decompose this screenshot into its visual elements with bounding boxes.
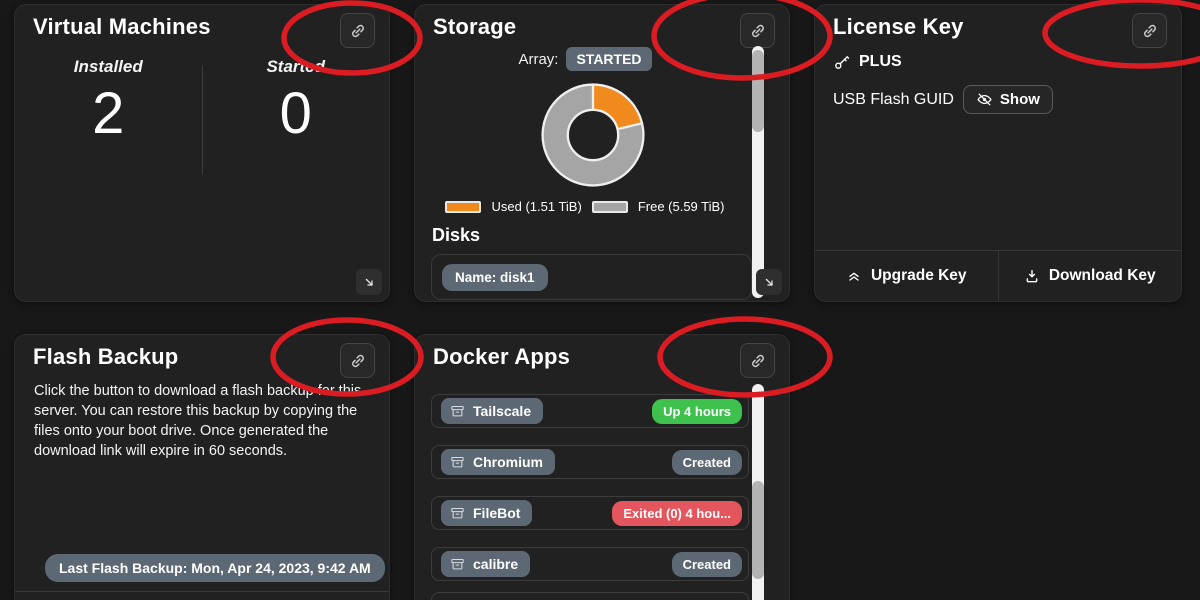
download-key-button[interactable]: Download Key bbox=[998, 251, 1182, 301]
flash-footer-divider bbox=[15, 591, 389, 592]
card-docker-apps: Docker Apps Tailscale Up 4 hours bbox=[414, 334, 790, 600]
last-flash-backup-badge: Last Flash Backup: Mon, Apr 24, 2023, 9:… bbox=[45, 554, 385, 582]
vm-installed-cell: Installed 2 bbox=[15, 57, 202, 175]
vm-stats: Installed 2 Started 0 bbox=[15, 57, 389, 175]
link-icon bbox=[749, 352, 767, 370]
docker-app-name: Tailscale bbox=[473, 403, 531, 419]
license-footer: Upgrade Key Download Key bbox=[815, 250, 1181, 301]
docker-row-tailscale[interactable]: Tailscale Up 4 hours bbox=[431, 394, 749, 428]
upgrade-key-label: Upgrade Key bbox=[871, 267, 967, 285]
disk-name-badge[interactable]: Name: disk1 bbox=[442, 264, 548, 291]
card-title-license-key: License Key bbox=[833, 14, 964, 40]
license-tier-row: PLUS bbox=[833, 53, 902, 71]
docker-app-badge[interactable]: Tailscale bbox=[441, 398, 543, 424]
docker-row-partial[interactable] bbox=[431, 592, 749, 600]
vm-installed-label: Installed bbox=[15, 57, 202, 77]
legend-used-swatch bbox=[445, 201, 481, 213]
storage-scrollbar-thumb[interactable] bbox=[752, 50, 764, 132]
legend-free-swatch bbox=[592, 201, 628, 213]
docker-app-badge[interactable]: FileBot bbox=[441, 500, 532, 526]
link-icon bbox=[349, 22, 367, 40]
storage-donut-chart bbox=[537, 79, 649, 191]
storage-scrollbar[interactable] bbox=[752, 46, 764, 298]
eye-slash-icon bbox=[976, 91, 993, 108]
storage-legend: Used (1.51 TiB) Free (5.59 TiB) bbox=[415, 199, 755, 214]
docker-app-name: Chromium bbox=[473, 454, 543, 470]
docker-status-badge: Up 4 hours bbox=[652, 399, 742, 424]
key-icon bbox=[833, 54, 850, 71]
link-button-license-key[interactable] bbox=[1132, 13, 1167, 48]
docker-status-badge: Exited (0) 4 hou... bbox=[612, 501, 742, 526]
resize-arrow-icon bbox=[762, 275, 777, 290]
upgrade-key-button[interactable]: Upgrade Key bbox=[815, 251, 998, 301]
docker-status-badge: Created bbox=[672, 450, 742, 475]
donut-inner-ring bbox=[568, 110, 618, 160]
vm-started-label: Started bbox=[203, 57, 390, 77]
download-key-label: Download Key bbox=[1049, 267, 1156, 285]
link-icon bbox=[349, 352, 367, 370]
link-icon bbox=[1141, 22, 1159, 40]
download-icon bbox=[1024, 268, 1040, 284]
docker-row-chromium[interactable]: Chromium Created bbox=[431, 445, 749, 479]
archive-box-icon bbox=[450, 404, 465, 419]
show-guid-button[interactable]: Show bbox=[963, 85, 1053, 114]
link-button-docker-apps[interactable] bbox=[740, 343, 775, 378]
resize-arrow-icon bbox=[362, 275, 377, 290]
flash-backup-description: Click the button to download a flash bac… bbox=[34, 381, 368, 461]
vm-installed-value: 2 bbox=[15, 85, 202, 143]
docker-app-name: calibre bbox=[473, 556, 518, 572]
link-icon bbox=[749, 22, 767, 40]
docker-app-badge[interactable]: Chromium bbox=[441, 449, 555, 475]
dashboard: Virtual Machines Installed 2 Started 0 S… bbox=[0, 0, 1200, 600]
docker-scrollbar[interactable] bbox=[752, 384, 764, 600]
link-button-virtual-machines[interactable] bbox=[340, 13, 375, 48]
archive-box-icon bbox=[450, 455, 465, 470]
archive-box-icon bbox=[450, 506, 465, 521]
card-license-key: License Key PLUS USB Flash GUID S bbox=[814, 4, 1182, 302]
angles-up-icon bbox=[846, 268, 862, 284]
array-status-row: Array: STARTED bbox=[415, 47, 755, 71]
card-title-virtual-machines: Virtual Machines bbox=[33, 14, 211, 40]
docker-row-filebot[interactable]: FileBot Exited (0) 4 hou... bbox=[431, 496, 749, 530]
archive-box-icon bbox=[450, 557, 465, 572]
license-tier-label: PLUS bbox=[859, 53, 902, 71]
array-label: Array: bbox=[518, 51, 558, 68]
license-guid-row: USB Flash GUID Show bbox=[833, 85, 1053, 114]
disks-list: Name: disk1 bbox=[431, 254, 752, 300]
docker-scrollbar-thumb[interactable] bbox=[752, 481, 764, 579]
card-storage: Storage Array: STARTED Used (1. bbox=[414, 4, 790, 302]
disks-heading: Disks bbox=[432, 225, 480, 246]
card-title-docker-apps: Docker Apps bbox=[433, 344, 570, 370]
docker-app-name: FileBot bbox=[473, 505, 520, 521]
guid-label: USB Flash GUID bbox=[833, 91, 954, 109]
card-title-flash-backup: Flash Backup bbox=[33, 344, 178, 370]
legend-free-label: Free (5.59 TiB) bbox=[638, 199, 725, 214]
vm-started-value: 0 bbox=[203, 85, 390, 143]
link-button-flash-backup[interactable] bbox=[340, 343, 375, 378]
show-guid-label: Show bbox=[1000, 91, 1040, 108]
docker-status-badge: Created bbox=[672, 552, 742, 577]
array-status-badge: STARTED bbox=[566, 47, 651, 71]
docker-row-calibre[interactable]: calibre Created bbox=[431, 547, 749, 581]
card-virtual-machines: Virtual Machines Installed 2 Started 0 bbox=[14, 4, 390, 302]
card-flash-backup: Flash Backup Click the button to downloa… bbox=[14, 334, 390, 600]
vm-started-cell: Started 0 bbox=[203, 57, 390, 175]
resize-handle[interactable] bbox=[356, 269, 382, 295]
legend-used-label: Used (1.51 TiB) bbox=[491, 199, 581, 214]
resize-handle[interactable] bbox=[756, 269, 782, 295]
link-button-storage[interactable] bbox=[740, 13, 775, 48]
card-title-storage: Storage bbox=[433, 14, 516, 40]
docker-app-badge[interactable]: calibre bbox=[441, 551, 530, 577]
